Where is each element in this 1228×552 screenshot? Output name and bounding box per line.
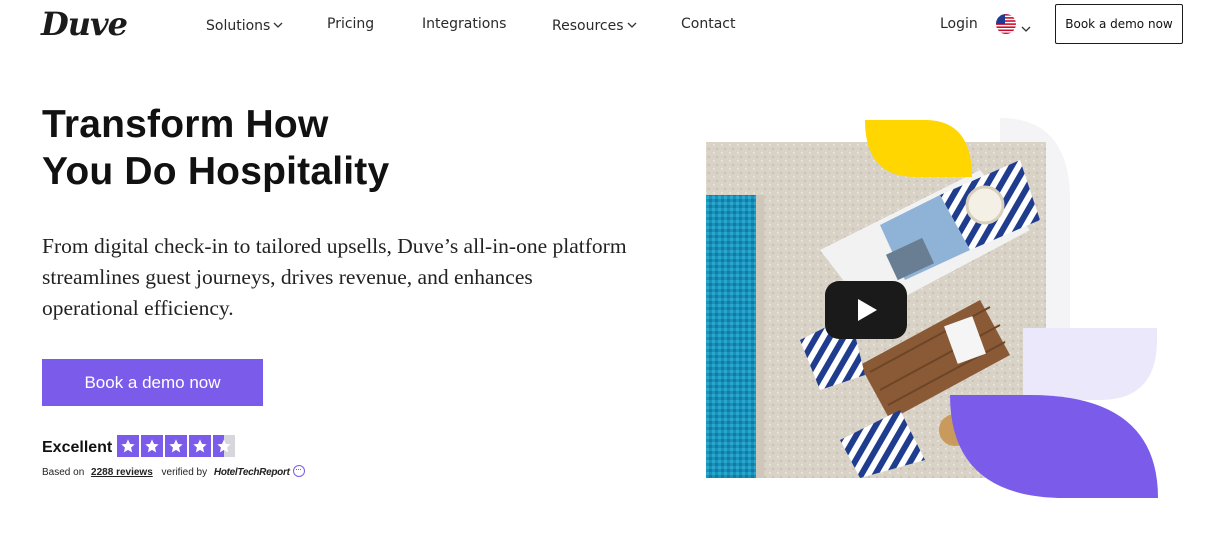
nav-item-solutions[interactable]: Solutions — [206, 15, 283, 35]
hero-book-demo-button[interactable]: Book a demo now — [42, 359, 263, 406]
play-icon — [858, 299, 877, 321]
star-icon — [117, 435, 139, 457]
hoteltechreport-badge-icon — [292, 465, 305, 477]
us-flag-icon — [996, 14, 1016, 34]
purple-leaf-shape — [950, 395, 1158, 498]
chevron-down-icon — [627, 15, 637, 33]
chevron-down-icon — [1021, 17, 1031, 36]
hoteltechreport-logo: HotelTechReport — [213, 467, 290, 478]
nav-item-label: Solutions — [206, 18, 271, 34]
nav-item-label: Resources — [552, 18, 624, 34]
hero-title: Transform How You Do Hospitality — [42, 101, 562, 195]
hero-title-line1: Transform How — [42, 103, 329, 146]
rating-stars — [117, 435, 235, 457]
rating-label: Excellent — [42, 439, 113, 456]
nav-item-contact[interactable]: Contact — [681, 15, 735, 33]
based-on-text: Based on — [42, 467, 85, 478]
verified-by-text: verified by — [161, 467, 208, 478]
language-selector[interactable] — [996, 14, 1034, 34]
nav-item-pricing[interactable]: Pricing — [327, 15, 374, 33]
star-icon — [189, 435, 211, 457]
nav-item-label: Contact — [681, 16, 736, 32]
nav-item-resources[interactable]: Resources — [552, 15, 637, 35]
reviews-summary: Based on 2288 reviews verified by HotelT… — [42, 465, 305, 479]
sun-hat — [965, 185, 1005, 225]
play-button[interactable] — [825, 281, 907, 339]
hero-video-thumbnail[interactable] — [700, 100, 1170, 510]
duve-logo[interactable]: Duve — [41, 6, 128, 42]
hero-title-line2: You Do Hospitality — [42, 150, 390, 193]
nav-item-label: Integrations — [422, 16, 507, 32]
star-icon — [165, 435, 187, 457]
chevron-down-icon — [273, 15, 283, 33]
hero-subtitle: From digital check-in to tailored upsell… — [42, 234, 627, 320]
top-navbar: Duve Solutions Pricing Integrations Reso… — [0, 0, 1228, 48]
login-link[interactable]: Login — [940, 15, 978, 33]
reviews-link[interactable]: 2288 reviews — [91, 467, 153, 478]
nav-book-demo-button[interactable]: Book a demo now — [1055, 4, 1183, 44]
nav-item-label: Pricing — [327, 16, 375, 32]
pool-edge — [756, 195, 764, 478]
nav-item-integrations[interactable]: Integrations — [422, 15, 506, 33]
light-purple-shape — [1023, 328, 1157, 400]
half-star-icon — [213, 435, 235, 457]
pool-water — [706, 195, 756, 478]
star-icon — [141, 435, 163, 457]
